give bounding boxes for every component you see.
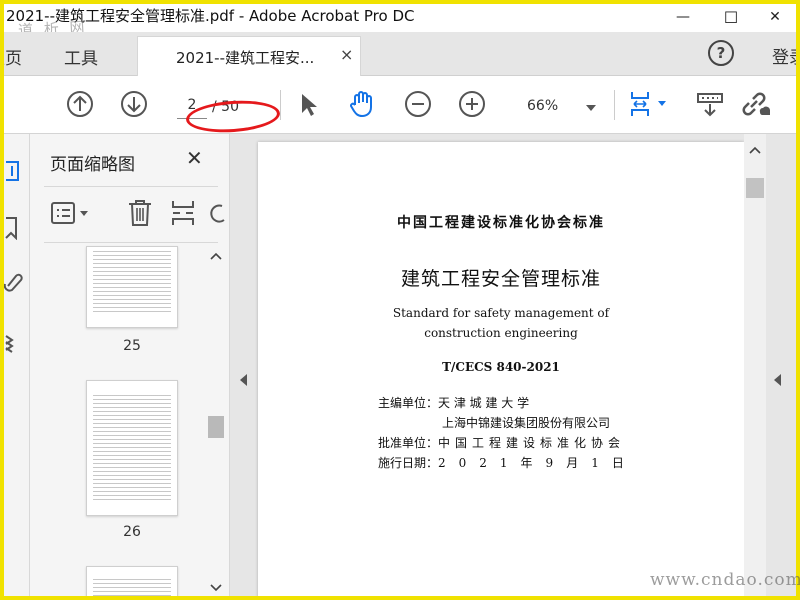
title-bar: 2021--建筑工程安全管理标准.pdf - Adobe Acrobat Pro… (4, 4, 796, 32)
acrobat-window: 2021--建筑工程安全管理标准.pdf - Adobe Acrobat Pro… (4, 4, 796, 596)
panel-divider (44, 186, 218, 187)
chevron-down-icon (586, 105, 596, 111)
panel-divider (44, 242, 218, 243)
attachment-icon[interactable] (4, 270, 24, 296)
hand-tool-icon[interactable] (346, 88, 378, 120)
panel-title: 页面缩略图 (50, 155, 135, 175)
thumbnail-text-lines (93, 395, 171, 501)
document-title-cn: 建筑工程安全管理标准 (400, 268, 601, 290)
next-page-icon[interactable] (118, 88, 150, 120)
page-thumbnail-27[interactable] (86, 566, 178, 596)
select-cursor-icon[interactable] (292, 88, 324, 120)
previous-page-arrow-icon[interactable] (240, 374, 247, 386)
chevron-up-icon[interactable] (749, 146, 761, 154)
prev-page-icon[interactable] (64, 88, 96, 120)
tab-tools[interactable]: 工具 (64, 44, 98, 69)
editor-unit-2: 上海中锦建设集团股份有限公司 (442, 416, 611, 430)
standard-code: T/CECS 840-2021 (442, 360, 560, 374)
document-area: 中国工程建设标准化协会标准 建筑工程安全管理标准 Standard for sa… (230, 134, 796, 596)
fit-page-icon[interactable] (626, 88, 670, 120)
help-icon[interactable]: ? (708, 40, 734, 66)
scroll-mode-icon[interactable] (694, 88, 726, 120)
zoom-value: 66% (527, 98, 559, 114)
chevron-down-icon[interactable] (210, 584, 222, 592)
document-title-en-line1: Standard for safety management of (392, 306, 610, 320)
layers-icon[interactable] (4, 330, 24, 356)
trash-icon[interactable] (126, 198, 154, 228)
tab-document[interactable]: 2021--建筑工程安... × (137, 36, 361, 76)
thumbnail-page-number: 26 (123, 524, 141, 540)
zoom-out-icon[interactable] (402, 88, 434, 120)
document-scroll-thumb[interactable] (746, 178, 764, 198)
zoom-dropdown[interactable]: 66% (512, 96, 602, 120)
close-tab-button[interactable]: × (340, 45, 353, 64)
editor-row: 主编单位：天 津 城 建 大 学 (378, 394, 529, 411)
date-label: 施行日期： (378, 456, 439, 470)
window-title: 2021--建筑工程安全管理标准.pdf - Adobe Acrobat Pro… (6, 7, 415, 25)
close-panel-button[interactable]: ✕ (186, 146, 203, 170)
share-link-icon[interactable] (738, 88, 770, 120)
document-title-en-line2: construction engineering (424, 326, 578, 340)
effective-date: 2021年9月1日 (438, 456, 637, 470)
document-scrollbar[interactable] (744, 134, 766, 596)
minimize-button[interactable]: — (660, 4, 706, 30)
page-thumbnail-25[interactable] (86, 246, 178, 328)
thumbnail-text-lines (93, 251, 171, 315)
tab-bar: 主页 工具 2021--建筑工程安... × ? 登录 (4, 32, 796, 76)
org-heading: 中国工程建设标准化协会标准 (397, 215, 605, 231)
insert-page-icon[interactable] (170, 198, 196, 228)
left-rail (4, 134, 30, 596)
approver-unit: 中国工程建设标准化协会 (438, 436, 626, 450)
tab-home[interactable]: 主页 (4, 44, 22, 69)
bookmark-icon[interactable] (4, 214, 24, 240)
toolbar: 2 / 50 66% (4, 76, 796, 134)
editor-label: 主编单位： (378, 396, 439, 410)
page-thumbnail-26[interactable] (86, 380, 178, 516)
thumbnail-page-number: 25 (123, 338, 141, 354)
watermark-bottom-right: www.cndao.com (650, 570, 800, 590)
maximize-button[interactable]: ☐ (708, 4, 754, 30)
approver-row: 批准单位：中国工程建设标准化协会 (378, 434, 625, 451)
thumbnail-options-icon[interactable] (50, 200, 94, 226)
close-window-button[interactable]: ✕ (752, 4, 796, 30)
pdf-page: 中国工程建设标准化协会标准 建筑工程安全管理标准 Standard for sa… (258, 142, 744, 596)
thumbnail-text-lines (93, 579, 171, 596)
chevron-up-icon[interactable] (210, 252, 222, 260)
approver-label: 批准单位： (378, 436, 439, 450)
editor-unit-1: 天 津 城 建 大 学 (438, 396, 530, 410)
effective-date-row: 施行日期：2021年9月1日 (378, 454, 637, 471)
zoom-in-icon[interactable] (456, 88, 488, 120)
thumbnails-scroll-thumb[interactable] (208, 416, 224, 438)
page-thumbnails-icon[interactable] (4, 158, 24, 184)
rotate-icon[interactable] (208, 198, 228, 228)
thumbnails-panel: 页面缩略图 ✕ 25 26 (30, 134, 230, 596)
login-button[interactable]: 登录 (772, 43, 796, 68)
next-page-arrow-icon[interactable] (774, 374, 781, 386)
document-tab-label: 2021--建筑工程安... (176, 49, 315, 67)
toolbar-separator (280, 90, 281, 120)
toolbar-separator (614, 90, 615, 120)
